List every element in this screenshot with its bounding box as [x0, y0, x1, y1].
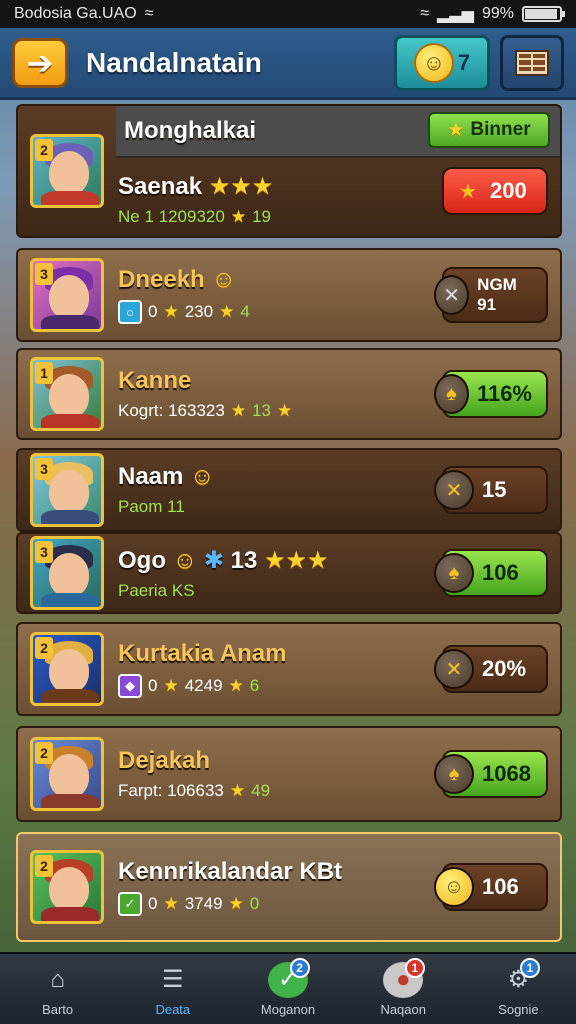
trophy-icon: ♠ — [434, 553, 474, 593]
sword-icon: ✕ — [434, 275, 470, 315]
menu-button[interactable] — [500, 34, 564, 91]
player-name: Ogo — [118, 546, 166, 574]
star-icon: ★ — [459, 180, 477, 203]
player-name: Kurtakia Anam — [118, 640, 287, 667]
sword-icon: ✕ — [434, 470, 474, 510]
star-icon: ★ — [230, 206, 247, 226]
shield-icon: ◆ — [118, 674, 142, 698]
reward-button[interactable]: ✕ 20% — [434, 645, 548, 693]
nav-item-missions[interactable]: ✓ 2 Moganon — [230, 954, 345, 1024]
star-icon: ★ — [447, 119, 465, 141]
notification-badge: 1 — [520, 958, 541, 978]
list-item[interactable]: 2 Kennrikalandar KBt ✓ 0 ★ 3749 ★ 0 ☺ 10… — [16, 832, 562, 942]
smiley-coin-icon: ☺ — [434, 867, 474, 907]
list-item[interactable]: 3 Dneekh ☺ ○ 0 ★ 230 ★ 4 ✕ NGM 91 — [16, 248, 562, 342]
wifi-icon: ≈ — [420, 5, 430, 22]
player-name: Saenak — [118, 172, 203, 200]
reward-button[interactable]: ♠ 1068 — [434, 750, 548, 798]
back-button[interactable]: ➔ — [12, 37, 68, 88]
nav-item-home[interactable]: ⌂ Barto — [0, 954, 115, 1024]
player-name: Naam — [118, 463, 184, 490]
avatar: 2 — [30, 134, 104, 208]
nav-item-chat[interactable]: ● 1 Naqaon — [346, 954, 461, 1024]
reward-button[interactable]: ♠ 106 — [434, 549, 548, 597]
star-icon: ★ — [228, 894, 244, 913]
list-item[interactable]: 3 Naam ☺ Paom 11 ✕ 15 — [16, 448, 562, 532]
player-name: Dejakah — [118, 747, 211, 774]
smiley-icon: ☺ — [190, 463, 215, 490]
avatar: 2 — [30, 632, 104, 706]
star-icon: ★ — [229, 781, 246, 800]
reward-button[interactable]: ✕ NGM 91 — [434, 267, 548, 323]
banner-badge[interactable]: ★ Binner — [428, 112, 550, 148]
player-stats: Paeria KS — [118, 580, 195, 600]
bottom-nav: ⌂ Barto ☰ Deata ✓ 2 Moganon ● 1 Naqaon ⚙… — [0, 952, 576, 1024]
reward-button[interactable]: ☺ 106 — [434, 863, 548, 911]
gear-icon: ✱ — [203, 546, 224, 574]
reward-button[interactable]: ✕ 15 — [434, 466, 548, 514]
grid-menu-icon — [515, 49, 549, 76]
player-stats: Paom 11 — [118, 497, 185, 516]
star-icon: ★★★ — [264, 546, 329, 574]
nav-item-list[interactable]: ☰ Deata — [115, 954, 230, 1024]
smiley-coin-icon: ☺ — [413, 42, 454, 83]
player-name: Dneekh — [118, 266, 205, 293]
status-bar: Bodosia Ga.UAO ≈ ≈ ▂▃▅ 99% — [0, 0, 576, 28]
star-icon: ★ — [230, 401, 247, 420]
header-bar: ➔ Nandalnatain ☺ 7 — [0, 28, 576, 100]
battery-percent: 99% — [481, 5, 514, 22]
star-icon: ★ — [163, 894, 179, 913]
star-icon: ★ — [163, 676, 179, 695]
card-header-name: Monghalkai — [124, 117, 257, 144]
list-item[interactable]: 1 Kanne Kogrt: 163323 ★ 13 ★ ♠ 116% — [16, 348, 562, 440]
list-item[interactable]: Monghalkai ★ Binner 2 Saenak ★★★ Ne 1 12… — [16, 104, 562, 238]
player-name: Kanne — [118, 367, 192, 394]
arrow-left-icon: ➔ — [26, 44, 54, 81]
shield-icon: ○ — [118, 300, 142, 324]
carrier-text: Bodosia Ga.UAO — [14, 5, 137, 22]
avatar: 3 — [30, 536, 104, 610]
star-icon: ★ — [228, 676, 244, 695]
star-icon: ★ — [219, 302, 235, 321]
player-name: Kennrikalandar KBt — [118, 858, 343, 885]
list-icon: ☰ — [162, 966, 184, 993]
coins-button[interactable]: ☺ 7 — [394, 34, 490, 91]
player-stats: Ne 1 1209320 — [118, 206, 225, 226]
list-item[interactable]: 2 Dejakah Farpt: 106633 ★ 49 ♠ 1068 — [16, 726, 562, 822]
star-icon: ★ — [163, 302, 179, 321]
avatar: 3 — [30, 258, 104, 332]
coins-count: 7 — [457, 49, 471, 75]
trophy-icon: ♠ — [434, 754, 474, 794]
signal-icon: ▂▃▅ — [437, 6, 474, 23]
battery-icon — [522, 6, 565, 22]
list-item[interactable]: 3 Ogo ☺ ✱ 13 ★★★ Paeria KS ♠ 106 — [16, 532, 562, 614]
home-icon: ⌂ — [50, 965, 65, 993]
wifi-icon: ≈ — [144, 5, 154, 22]
avatar: 1 — [30, 357, 104, 431]
avatar: 2 — [30, 737, 104, 811]
avatar: 3 — [30, 453, 104, 527]
player-stats: Kogrt: 163323 — [118, 401, 225, 420]
notification-badge: 2 — [289, 958, 310, 978]
trophy-icon: ♠ — [434, 374, 469, 414]
smiley-icon: ☺ — [172, 546, 198, 574]
star-icon: ★★★ — [208, 172, 274, 200]
sword-icon: ✕ — [434, 649, 474, 689]
reward-button[interactable]: ★ 200 — [442, 167, 548, 215]
star-icon: ★ — [276, 401, 293, 420]
player-stats: Farpt: 106633 — [118, 781, 224, 800]
shield-icon: ✓ — [118, 892, 142, 916]
nav-item-settings[interactable]: ⚙ 1 Sognie — [461, 954, 576, 1024]
reward-button[interactable]: ♠ 116% — [434, 370, 548, 418]
page-title: Nandalnatain — [86, 46, 262, 78]
list-item[interactable]: 2 Kurtakia Anam ◆ 0 ★ 4249 ★ 6 ✕ 20% — [16, 622, 562, 716]
smiley-icon: ☺ — [211, 266, 236, 293]
avatar: 2 — [30, 850, 104, 924]
notification-badge: 1 — [404, 958, 425, 978]
